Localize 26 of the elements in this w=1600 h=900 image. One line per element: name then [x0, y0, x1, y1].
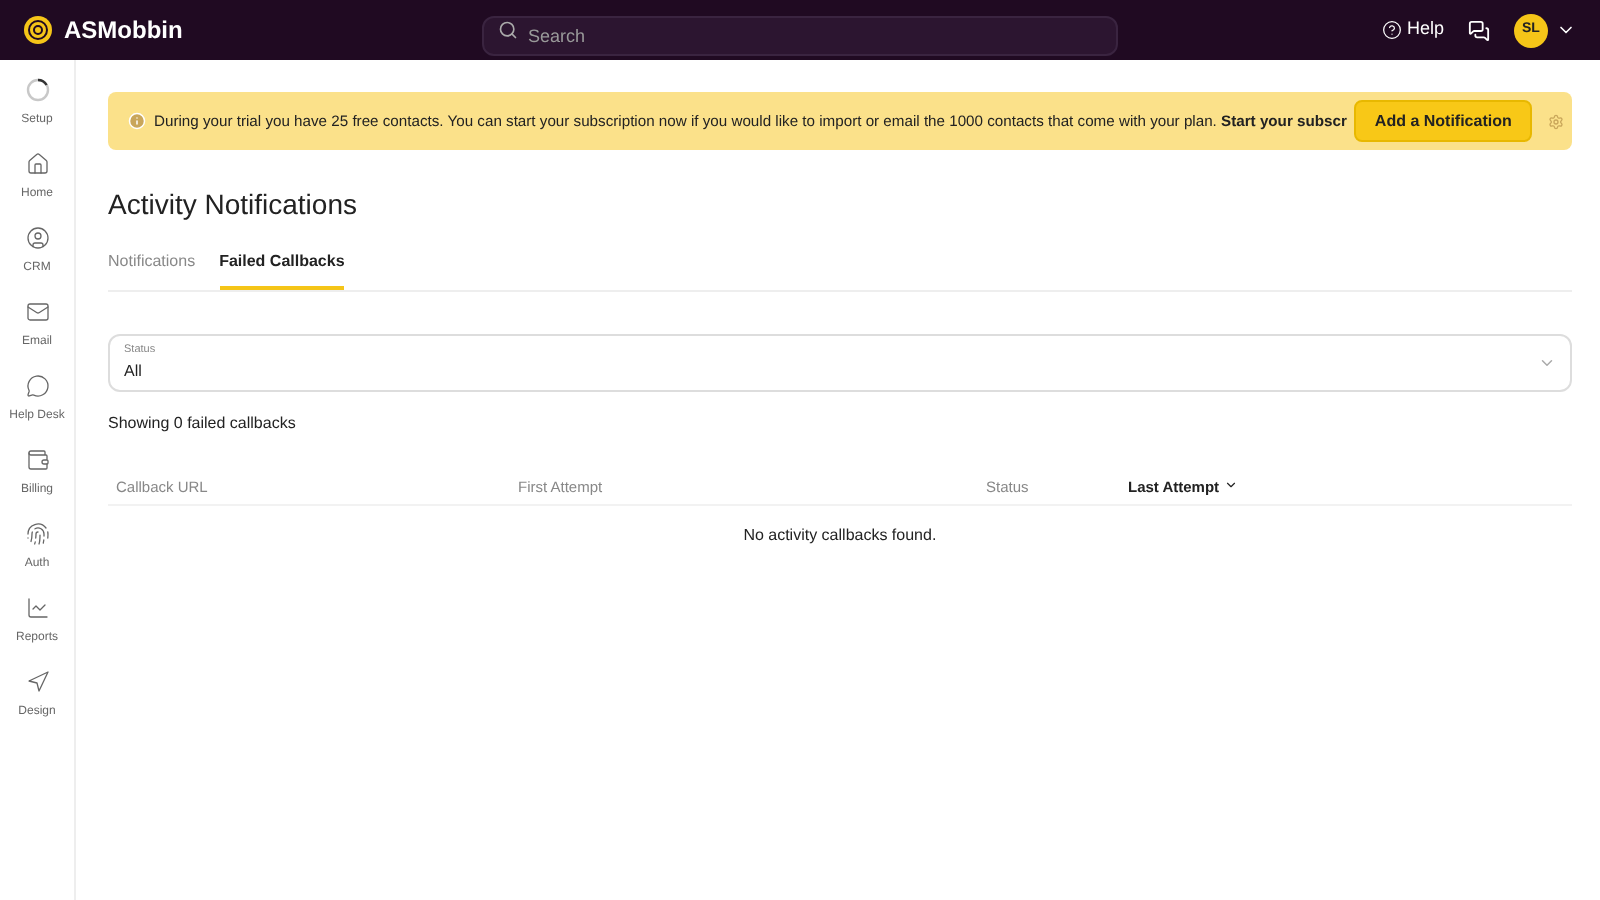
info-icon — [128, 112, 146, 130]
brand-name: ASMobbin — [64, 14, 183, 48]
user-icon — [25, 226, 49, 250]
search-icon — [498, 20, 518, 40]
page-title: Activity Notifications — [108, 186, 359, 224]
empty-message: No activity callbacks found. — [741, 524, 939, 548]
help-icon — [1382, 20, 1403, 40]
house-icon — [25, 152, 49, 176]
tab[interactable]: Notifications — [108, 250, 196, 290]
logo-icon — [24, 16, 52, 44]
field-value: All — [124, 359, 144, 384]
wallet-icon — [25, 448, 49, 472]
tab[interactable]: Failed Callbacks — [219, 250, 345, 290]
search-field[interactable]: Search — [482, 16, 1118, 56]
fingerprint-icon — [25, 522, 49, 546]
chart-icon — [25, 596, 49, 620]
help-link[interactable]: Help — [1382, 16, 1444, 44]
pointer-icon — [25, 670, 49, 694]
chat-icon[interactable] — [1468, 19, 1490, 41]
sort-caret-icon — [1223, 478, 1238, 492]
chevron-down-icon — [1537, 354, 1556, 372]
progress-ring-icon — [25, 78, 49, 102]
mail-icon — [25, 300, 49, 324]
chat-icon — [25, 374, 49, 398]
add-notification-button[interactable]: Add a Notification — [1354, 100, 1532, 142]
result-count: Showing 0 failed callbacks — [108, 412, 298, 436]
